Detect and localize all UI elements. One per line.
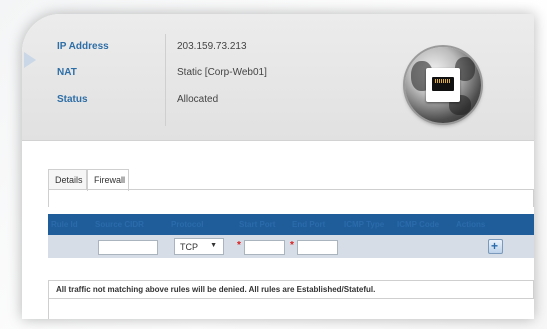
- ip-address-label: IP Address: [57, 41, 109, 52]
- tab-details-label: Details: [55, 175, 83, 185]
- ip-summary-header: IP Address 203.159.73.213 NAT Static [Co…: [22, 14, 534, 141]
- column-header-rule-id: Rule Id: [51, 220, 78, 229]
- start-port-required-marker: *: [237, 240, 241, 251]
- column-header-start-port: Start Port: [239, 220, 276, 229]
- protocol-select-value: TCP: [180, 242, 198, 252]
- dropdown-arrow-icon: ▼: [210, 242, 217, 249]
- ethernet-port-pins: [435, 79, 451, 83]
- tab-content-area: [48, 189, 534, 207]
- tab-firewall[interactable]: Firewall: [87, 169, 129, 191]
- ip-address-value: 203.159.73.213: [177, 41, 247, 52]
- ethernet-port: [426, 68, 460, 102]
- nat-label: NAT: [57, 67, 77, 78]
- plus-icon: +: [491, 239, 499, 253]
- end-port-input[interactable]: [297, 240, 338, 255]
- source-cidr-input[interactable]: [98, 240, 158, 255]
- nat-value: Static [Corp-Web01]: [177, 67, 267, 78]
- end-port-required-marker: *: [290, 240, 294, 251]
- column-header-source-cidr: Source CIDR: [95, 220, 144, 229]
- firewall-policy-notice: All traffic not matching above rules wil…: [48, 280, 534, 299]
- status-label: Status: [57, 94, 88, 105]
- protocol-select[interactable]: TCP ▼: [174, 238, 224, 255]
- info-divider: [165, 34, 166, 126]
- start-port-input[interactable]: [244, 240, 285, 255]
- rules-list-area: [48, 298, 534, 319]
- add-rule-button[interactable]: +: [488, 239, 503, 254]
- tab-firewall-label: Firewall: [94, 175, 126, 185]
- tab-details[interactable]: Details: [48, 169, 87, 190]
- column-header-end-port: End Port: [292, 220, 326, 229]
- network-port-globe-icon: [405, 47, 481, 123]
- firewall-grid-header: Rule Id Source CIDR Protocol Start Port …: [48, 214, 534, 235]
- column-header-protocol: Protocol: [171, 220, 204, 229]
- column-header-icmp-type: ICMP Type: [344, 220, 385, 229]
- status-value: Allocated: [177, 94, 219, 105]
- add-rule-row: TCP ▼ * * +: [48, 235, 534, 258]
- ip-detail-panel: IP Address 203.159.73.213 NAT Static [Co…: [22, 14, 534, 319]
- column-header-actions: Actions: [456, 220, 486, 229]
- header-accent-arrow: [24, 52, 36, 68]
- column-header-icmp-code: ICMP Code: [397, 220, 440, 229]
